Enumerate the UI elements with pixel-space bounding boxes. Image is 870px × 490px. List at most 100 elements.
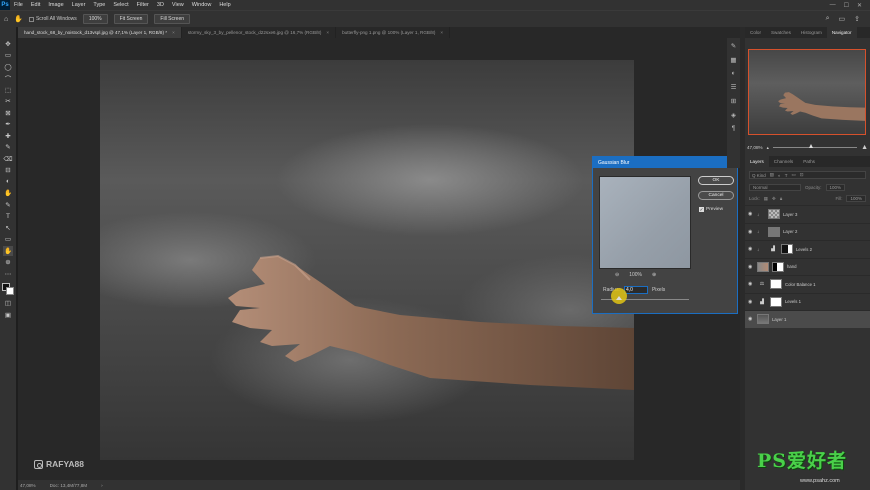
crop-tool-icon[interactable]: ⬚ xyxy=(3,85,13,95)
tab-stormy-sky[interactable]: stormy_sky_3_by_pellenor_stock_d22sxe6.j… xyxy=(182,27,337,38)
type-tool-icon[interactable]: T xyxy=(3,212,13,222)
tab-butterfly[interactable]: butterfly-png 1.png @ 100% (Layer 1, RGB… xyxy=(336,27,451,38)
tab-paths[interactable]: Paths xyxy=(798,156,820,167)
menu-image[interactable]: Image xyxy=(44,0,67,10)
fill-input[interactable]: 100% xyxy=(846,195,866,202)
menu-help[interactable]: Help xyxy=(215,0,234,10)
brush-tool-icon[interactable]: ✎ xyxy=(3,143,13,153)
smudge-tool-icon[interactable]: ✋ xyxy=(3,189,13,199)
hand-tool-icon[interactable]: ✋ xyxy=(14,15,23,23)
preview-checkbox[interactable]: ✓ Preview xyxy=(699,207,723,212)
search-icon[interactable]: ⌕ xyxy=(826,15,830,23)
properties-icon[interactable]: ☰ xyxy=(731,83,737,91)
eraser-tool-icon[interactable]: ⌫ xyxy=(3,154,13,164)
navigator-zoom-slider[interactable] xyxy=(772,144,858,148)
tab-close-icon[interactable]: × xyxy=(440,30,443,35)
menu-filter[interactable]: Filter xyxy=(133,0,153,10)
blur-preview-image[interactable] xyxy=(599,176,691,269)
ok-button[interactable]: OK xyxy=(698,176,734,185)
path-select-tool-icon[interactable]: ↖ xyxy=(3,223,13,233)
menu-select[interactable]: Select xyxy=(109,0,132,10)
healing-brush-tool-icon[interactable]: ✚ xyxy=(3,131,13,141)
tab-swatches[interactable]: Swatches xyxy=(766,27,796,38)
menu-file[interactable]: File xyxy=(10,0,27,10)
hand-tool-icon[interactable]: ✋ xyxy=(3,246,13,256)
gradient-tool-icon[interactable]: ⊟ xyxy=(3,166,13,176)
slice-tool-icon[interactable]: ✂ xyxy=(3,97,13,107)
radius-slider[interactable] xyxy=(601,288,689,304)
tab-hand-stock[interactable]: hand_stock_68_by_noistock_d13vspl.jpg @ … xyxy=(18,27,182,38)
layer-row[interactable]: ◉ Layer 1 xyxy=(745,310,870,328)
zoom-in-icon[interactable]: ⊕ xyxy=(652,272,656,278)
lock-position-icon[interactable]: ✥ xyxy=(772,196,776,202)
filter-smart-icon[interactable]: ⊡ xyxy=(800,172,804,178)
layer-row[interactable]: ◉ ↓ ▟ Levels 2 xyxy=(745,240,870,258)
tab-channels[interactable]: Channels xyxy=(769,156,798,167)
rectangle-tool-icon[interactable]: ▭ xyxy=(3,235,13,245)
visibility-eye-icon[interactable]: ◉ xyxy=(748,316,754,322)
fill-screen-button[interactable]: Fill Screen xyxy=(154,14,191,24)
visibility-eye-icon[interactable]: ◉ xyxy=(748,299,754,305)
menu-type[interactable]: Type xyxy=(89,0,109,10)
tab-layers[interactable]: Layers xyxy=(745,156,769,167)
blend-mode-select[interactable]: Normal xyxy=(749,184,801,191)
tab-navigator[interactable]: Navigator xyxy=(826,27,857,38)
navigator-slider-handle[interactable] xyxy=(808,144,813,148)
share-icon[interactable]: ⇪ xyxy=(854,15,860,23)
navigator-zoom-value[interactable]: 47,08% xyxy=(747,145,763,150)
more-tools-icon[interactable]: ⋯ xyxy=(3,269,13,279)
cancel-button[interactable]: Cancel xyxy=(698,191,734,200)
visibility-eye-icon[interactable]: ◉ xyxy=(748,246,754,252)
3d-icon[interactable]: ◈ xyxy=(731,111,736,119)
menu-window[interactable]: Window xyxy=(188,0,216,10)
layer-name[interactable]: Levels 1 xyxy=(785,299,801,304)
zoom-tool-icon[interactable]: ⊕ xyxy=(3,258,13,268)
libraries-icon[interactable]: ⊞ xyxy=(731,97,736,105)
layer-row[interactable]: ◉ hand xyxy=(745,257,870,276)
radius-slider-handle[interactable] xyxy=(615,296,622,300)
filter-adjustment-icon[interactable]: ◐ xyxy=(778,173,781,178)
filter-type-icon[interactable]: T xyxy=(785,173,788,178)
pen-tool-icon[interactable]: ✎ xyxy=(3,200,13,210)
zoom-100-button[interactable]: 100% xyxy=(82,14,108,24)
visibility-eye-icon[interactable]: ◉ xyxy=(748,281,754,287)
paragraph-icon[interactable]: ¶ xyxy=(732,125,736,132)
zoom-out-icon[interactable]: ⊖ xyxy=(615,272,619,278)
menu-edit[interactable]: Edit xyxy=(27,0,44,10)
tab-color[interactable]: Color xyxy=(745,27,766,38)
layer-row[interactable]: ◉ ⚖ Color Balance 1 xyxy=(745,275,870,293)
lock-pixels-icon[interactable]: ▦ xyxy=(764,196,768,202)
tab-close-icon[interactable]: × xyxy=(326,30,329,35)
menu-view[interactable]: View xyxy=(168,0,188,10)
screen-mode-icon[interactable]: ▣ xyxy=(3,310,13,320)
status-zoom[interactable]: 47,08% xyxy=(20,483,36,488)
eyedropper-tool-icon[interactable]: ✒ xyxy=(3,120,13,130)
radius-input[interactable]: 4,0 xyxy=(623,286,648,294)
quick-select-tool-icon[interactable]: ⌒ xyxy=(3,74,13,83)
layer-name[interactable]: Levels 2 xyxy=(796,247,812,252)
quick-mask-icon[interactable]: ◫ xyxy=(3,299,13,309)
adjustments-icon[interactable]: ◐ xyxy=(732,70,736,77)
status-arrow-icon[interactable]: › xyxy=(101,483,103,488)
color-swatches[interactable] xyxy=(2,282,14,295)
layer-row[interactable]: ◉ ↓ Layer 3 xyxy=(745,205,870,223)
filter-shape-icon[interactable]: ▭ xyxy=(792,172,796,178)
workspace-icon[interactable]: ▭ xyxy=(839,15,846,23)
frame-tool-icon[interactable]: ⊠ xyxy=(3,108,13,118)
layer-name[interactable]: Layer 1 xyxy=(772,317,786,322)
maximize-icon[interactable]: ☐ xyxy=(844,2,849,9)
tab-close-icon[interactable]: × xyxy=(172,30,175,35)
scroll-all-windows-checkbox[interactable]: Scroll All Windows xyxy=(28,16,77,22)
brush-settings-icon[interactable]: ✎ xyxy=(731,42,736,50)
background-color-swatch[interactable] xyxy=(6,286,14,295)
filter-pixel-icon[interactable]: ▨ xyxy=(770,172,774,178)
dialog-titlebar[interactable]: Gaussian Blur ✕ xyxy=(593,157,737,168)
layer-row[interactable]: ◉ ▟ Levels 1 xyxy=(745,292,870,311)
navigator-thumbnail[interactable] xyxy=(748,49,866,135)
visibility-eye-icon[interactable]: ◉ xyxy=(748,264,754,270)
dodge-tool-icon[interactable]: ◐ xyxy=(3,177,13,187)
layer-name[interactable]: Layer 2 xyxy=(783,229,797,234)
lasso-tool-icon[interactable]: ◯ xyxy=(3,62,13,72)
home-icon[interactable]: ⌂ xyxy=(4,16,8,23)
fit-screen-button[interactable]: Fit Screen xyxy=(113,14,149,24)
